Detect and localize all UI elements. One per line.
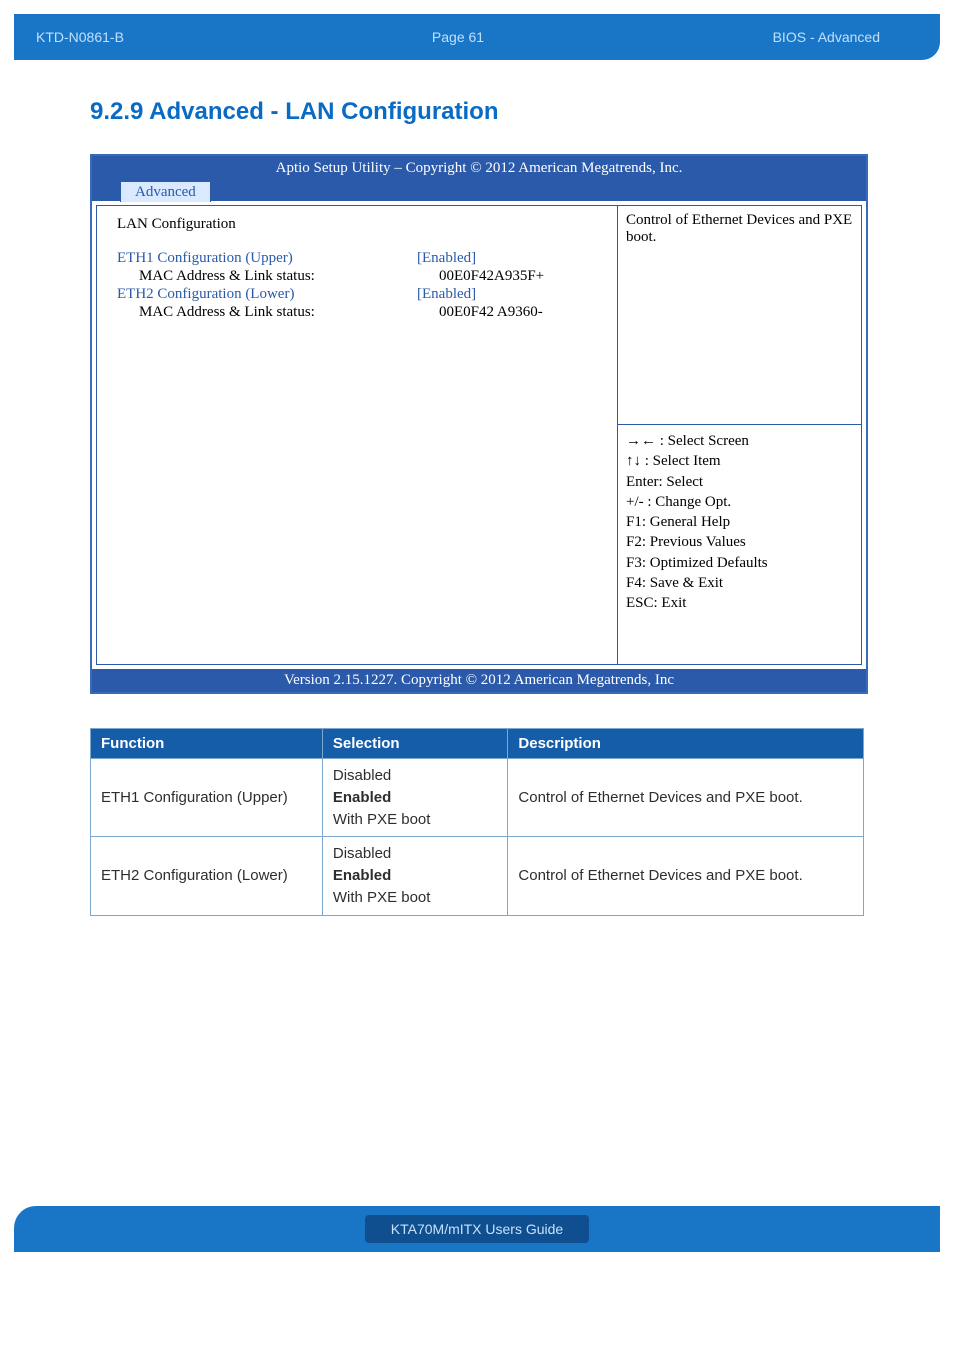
bios-key-line: F4: Save & Exit: [626, 573, 853, 593]
bios-right-pane: Control of Ethernet Devices and PXE boot…: [617, 205, 862, 665]
table-row: ETH1 Configuration (Upper) Disabled Enab…: [91, 759, 864, 837]
cell-function: ETH2 Configuration (Lower): [91, 837, 323, 915]
doc-id: KTD-N0861-B: [14, 29, 296, 45]
sel-disabled: Disabled: [333, 765, 498, 787]
th-selection: Selection: [322, 729, 508, 759]
bios-title: Aptio Setup Utility – Copyright © 2012 A…: [92, 160, 866, 180]
section-name: BIOS - Advanced: [620, 29, 940, 45]
bios-key-line: F3: Optimized Defaults: [626, 553, 853, 573]
footer-title: KTA70M/mITX Users Guide: [365, 1215, 589, 1243]
bios-version-bar: Version 2.15.1227. Copyright © 2012 Amer…: [92, 669, 866, 692]
bios-item-mac1: MAC Address & Link status: 00E0F42A935F+: [117, 268, 601, 285]
sel-disabled: Disabled: [333, 843, 498, 865]
page-number: Page 61: [296, 29, 620, 45]
bios-key-line: ↑↓ : Select Item: [626, 451, 853, 471]
bios-item-value: [Enabled]: [417, 286, 601, 303]
section-title: 9.2.9 Advanced - LAN Configuration: [90, 98, 864, 126]
bios-key-line: ESC: Exit: [626, 593, 853, 613]
sel-enabled: Enabled: [333, 787, 498, 809]
bios-item-eth1[interactable]: ETH1 Configuration (Upper) [Enabled]: [117, 250, 601, 267]
bios-title-bar: Aptio Setup Utility – Copyright © 2012 A…: [92, 156, 866, 201]
bios-item-value: 00E0F42 A9360-: [439, 304, 601, 321]
bios-left-pane: LAN Configuration ETH1 Configuration (Up…: [96, 205, 617, 665]
bios-config-title: LAN Configuration: [117, 216, 601, 233]
cell-function: ETH1 Configuration (Upper): [91, 759, 323, 837]
bios-item-value: [Enabled]: [417, 250, 601, 267]
bios-key-line: Enter: Select: [626, 472, 853, 492]
page-footer: KTA70M/mITX Users Guide: [14, 1206, 940, 1252]
sel-pxe: With PXE boot: [333, 809, 498, 831]
table-row: ETH2 Configuration (Lower) Disabled Enab…: [91, 837, 864, 915]
bios-item-label: ETH1 Configuration (Upper): [117, 250, 417, 267]
th-description: Description: [508, 729, 864, 759]
bios-key-help: →← : Select Screen ↑↓ : Select Item Ente…: [617, 425, 862, 665]
bios-item-eth2[interactable]: ETH2 Configuration (Lower) [Enabled]: [117, 286, 601, 303]
page-header: KTD-N0861-B Page 61 BIOS - Advanced: [14, 14, 940, 60]
cell-description: Control of Ethernet Devices and PXE boot…: [508, 759, 864, 837]
bios-item-label: MAC Address & Link status:: [117, 304, 439, 321]
bios-item-value: 00E0F42A935F+: [439, 268, 601, 285]
sel-enabled: Enabled: [333, 865, 498, 887]
sel-pxe: With PXE boot: [333, 887, 498, 909]
bios-tab-advanced[interactable]: Advanced: [120, 181, 211, 202]
bios-item-label: ETH2 Configuration (Lower): [117, 286, 417, 303]
bios-item-mac2: MAC Address & Link status: 00E0F42 A9360…: [117, 304, 601, 321]
bios-key-line: F1: General Help: [626, 512, 853, 532]
bios-key-line: +/- : Change Opt.: [626, 492, 853, 512]
cell-description: Control of Ethernet Devices and PXE boot…: [508, 837, 864, 915]
bios-key-line: F2: Previous Values: [626, 532, 853, 552]
bios-item-label: MAC Address & Link status:: [117, 268, 439, 285]
cell-selection: Disabled Enabled With PXE boot: [322, 759, 508, 837]
bios-key-line: →← : Select Screen: [626, 431, 853, 451]
options-table: Function Selection Description ETH1 Conf…: [90, 728, 864, 916]
cell-selection: Disabled Enabled With PXE boot: [322, 837, 508, 915]
bios-screenshot: Aptio Setup Utility – Copyright © 2012 A…: [90, 154, 868, 694]
bios-help-text: Control of Ethernet Devices and PXE boot…: [617, 205, 862, 425]
th-function: Function: [91, 729, 323, 759]
